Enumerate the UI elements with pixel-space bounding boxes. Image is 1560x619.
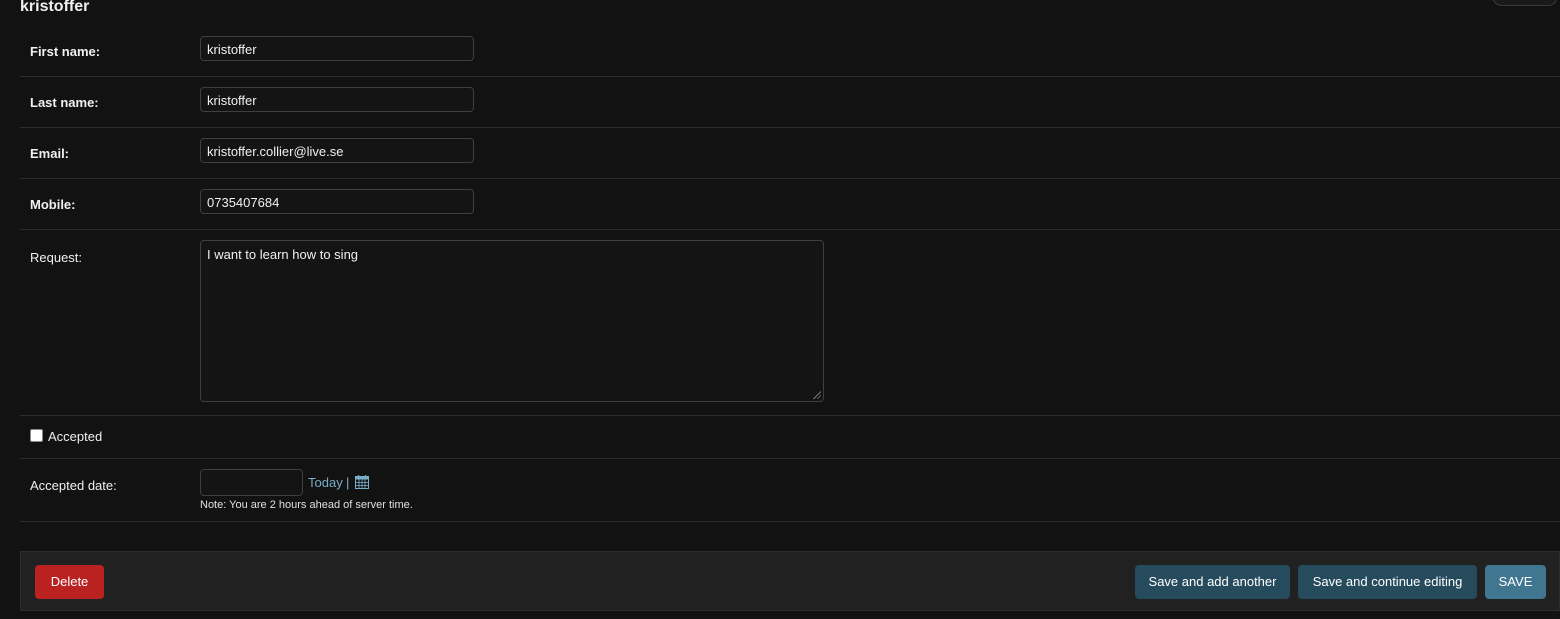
timezone-note: Note: You are 2 hours ahead of server ti… <box>200 499 413 511</box>
accepted-checkbox[interactable] <box>30 429 43 442</box>
mobile-label: Mobile: <box>30 197 76 212</box>
date-shortcut-separator: | <box>346 475 350 490</box>
request-text: I want to learn how to sing <box>207 247 359 262</box>
first-name-input[interactable]: kristoffer <box>200 36 474 61</box>
request-label: Request: <box>30 250 83 265</box>
change-form: First name: kristoffer Last name: kristo… <box>20 26 1560 522</box>
accepted-label[interactable]: Accepted <box>48 429 102 444</box>
change-form-page: kristoffer First name: kristoffer Last n… <box>0 0 1560 619</box>
save-and-continue-button[interactable]: Save and continue editing <box>1298 565 1477 599</box>
mobile-input[interactable]: 0735407684 <box>200 189 474 214</box>
form-row-last-name: Last name: kristoffer <box>20 77 1560 128</box>
first-name-label: First name: <box>30 44 101 59</box>
form-row-email: Email: kristoffer.collier@live.se <box>20 128 1560 179</box>
form-row-mobile: Mobile: 0735407684 <box>20 179 1560 230</box>
save-button[interactable]: SAVE <box>1485 565 1546 599</box>
page-title: kristoffer <box>20 0 90 15</box>
accepted-date-input[interactable] <box>200 469 303 496</box>
delete-button[interactable]: Delete <box>35 565 104 599</box>
today-link[interactable]: Today <box>308 475 343 490</box>
accepted-date-label: Accepted date: <box>30 478 117 493</box>
email-label: Email: <box>30 146 70 161</box>
form-row-request: Request: I want to learn how to sing <box>20 230 1560 416</box>
history-tab[interactable] <box>1492 0 1558 6</box>
calendar-icon[interactable] <box>354 474 370 490</box>
last-name-label: Last name: <box>30 95 99 110</box>
form-row-first-name: First name: kristoffer <box>20 26 1560 77</box>
save-and-add-another-button[interactable]: Save and add another <box>1135 565 1290 599</box>
email-input[interactable]: kristoffer.collier@live.se <box>200 138 474 163</box>
submit-row: Delete Save and add another Save and con… <box>20 551 1560 611</box>
form-row-accepted: Accepted <box>20 416 1560 459</box>
request-textarea[interactable]: I want to learn how to sing <box>200 240 824 402</box>
last-name-input[interactable]: kristoffer <box>200 87 474 112</box>
resize-grip-icon[interactable] <box>813 391 821 399</box>
form-row-accepted-date: Accepted date: Today | Note: You are 2 h… <box>20 459 1560 522</box>
